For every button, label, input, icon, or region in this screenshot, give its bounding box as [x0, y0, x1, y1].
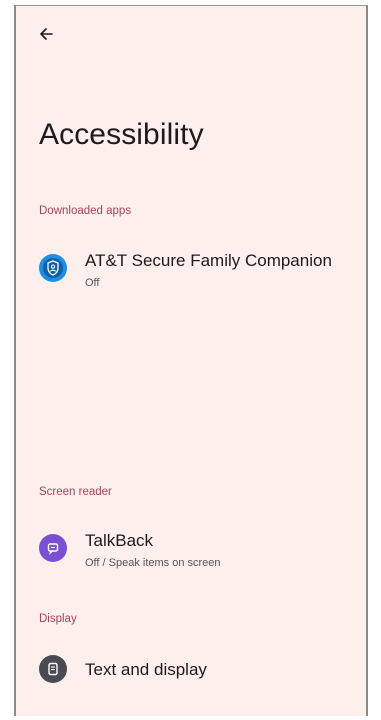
- list-item-talkback[interactable]: TalkBack Off / Speak items on screen: [16, 521, 366, 577]
- shield-person-icon: [39, 254, 67, 282]
- section-header-downloaded-apps: Downloaded apps: [39, 205, 132, 217]
- talkback-icon: [39, 534, 67, 562]
- list-item-title: Text and display: [85, 660, 207, 679]
- section-header-display: Display: [39, 613, 77, 625]
- list-item-subtitle: Off: [85, 277, 100, 289]
- page-title: Accessibility: [39, 118, 204, 151]
- list-item-title: TalkBack: [85, 531, 154, 550]
- settings-screen: Accessibility Downloaded apps AT&T Secur…: [14, 5, 368, 716]
- back-button[interactable]: [34, 22, 58, 46]
- list-item-title: AT&T Secure Family Companion: [85, 251, 332, 270]
- text-display-icon: [39, 655, 67, 683]
- list-item-subtitle: Off / Speak items on screen: [85, 557, 221, 569]
- list-item-text-and-display[interactable]: Text and display: [16, 644, 366, 694]
- section-header-screen-reader: Screen reader: [39, 486, 112, 498]
- arrow-back-icon: [40, 28, 53, 40]
- list-item-att-secure-family[interactable]: AT&T Secure Family Companion Off: [16, 242, 366, 298]
